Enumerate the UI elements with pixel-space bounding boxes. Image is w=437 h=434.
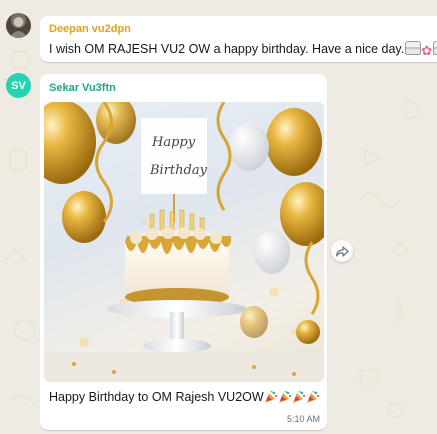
sender-name[interactable]: Sekar Vu3ftn [49,82,116,94]
topper-text-happy: Happy [151,135,196,150]
message-body: I wish OM RAJESH VU2 OW a happy birthday… [49,42,405,56]
avatar[interactable] [6,13,31,38]
party-popper-icon [264,390,277,403]
message-timestamp: 5:10 AM [286,414,320,424]
user-avatar-icon [9,17,28,38]
avatar-initials: SV [11,79,26,92]
caption-text: Happy Birthday to OM Rajesh VU2OW [49,390,264,404]
topper-text-birthday: Birthday [149,163,208,178]
message-text: I wish OM RAJESH VU2 OW a happy birthday… [49,41,437,59]
flower-icon: ✿ [421,43,433,58]
message-bubble[interactable]: Deepan vu2dpn I wish OM RAJESH VU2 OW a … [40,16,437,62]
avatar[interactable]: SV [6,73,31,98]
birthday-illustration: Happy Birthday [44,102,324,382]
message-bubble[interactable]: Sekar Vu3ftn Happy Birthday Happy Birthd… [40,74,327,430]
sender-name[interactable]: Deepan vu2dpn [49,23,131,35]
birthday-cake-icon [405,41,422,55]
forward-button[interactable] [331,240,353,262]
party-popper-icon [306,390,319,403]
forward-icon [335,245,349,257]
party-popper-icon [278,390,291,403]
birthday-cake-icon [433,41,437,55]
birthday-image[interactable]: Happy Birthday [44,102,324,382]
party-popper-icon [292,390,305,403]
image-caption: Happy Birthday to OM Rajesh VU2OW [49,390,320,404]
